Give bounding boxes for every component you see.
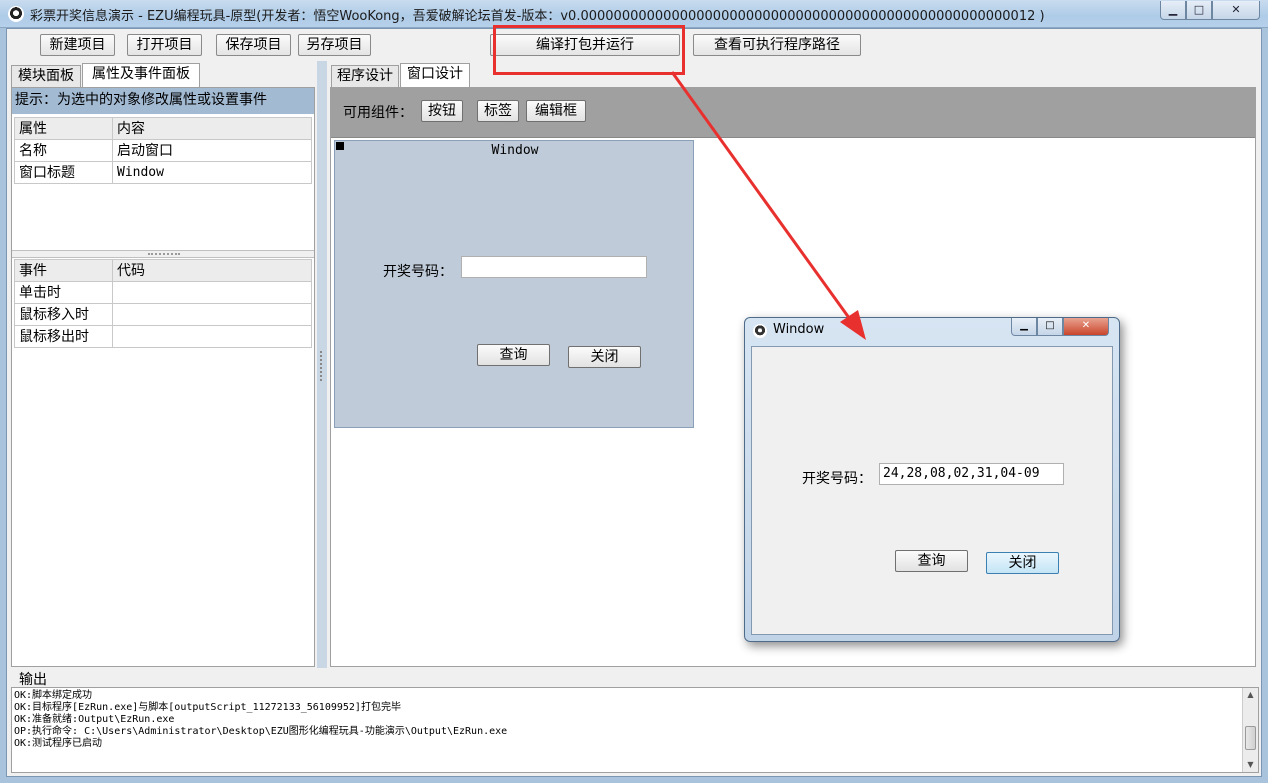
runtime-window-title: Window [773, 322, 825, 337]
open-project-button[interactable]: 打开项目 [127, 34, 202, 56]
add-label-component[interactable]: 标签 [477, 100, 519, 122]
output-scrollbar[interactable]: ▲ ▼ [1242, 688, 1258, 772]
log-line: OK:准备就绪:Output\EzRun.exe [14, 714, 175, 725]
output-label: 输出 [19, 672, 47, 688]
panel-horizontal-splitter[interactable] [12, 250, 314, 258]
maximize-button[interactable]: □ [1037, 318, 1063, 336]
event-name-cell: 单击时 [14, 281, 113, 304]
scroll-down-icon[interactable]: ▼ [1243, 758, 1258, 772]
lottery-number-input[interactable] [461, 256, 647, 278]
query-button[interactable]: 查询 [895, 550, 968, 572]
runtime-window-client: 开奖号码： 24,28,08,02,31,04-09 查询 关闭 [751, 346, 1113, 635]
property-value-cell[interactable]: 启动窗口 [112, 139, 312, 162]
title-bar: 彩票开奖信息演示 - EZU编程玩具-原型(开发者：悟空WooKong，吾爱破解… [0, 0, 1268, 28]
lottery-number-input[interactable]: 24,28,08,02,31,04-09 [879, 463, 1064, 485]
add-editbox-component[interactable]: 编辑框 [526, 100, 586, 122]
app-icon [8, 6, 24, 22]
lottery-number-label: 开奖号码： [802, 471, 872, 487]
available-components-label: 可用组件： [343, 105, 413, 121]
event-code-cell[interactable] [112, 303, 312, 326]
query-button[interactable]: 查询 [477, 344, 550, 366]
close-window-button[interactable]: ✕ [1212, 1, 1260, 20]
save-project-button[interactable]: 保存项目 [216, 34, 291, 56]
property-name-cell: 窗口标题 [14, 161, 113, 184]
main-vertical-splitter[interactable] [317, 61, 327, 668]
log-line: OP:执行命令: C:\Users\Administrator\Desktop\… [14, 726, 508, 737]
close-window-button[interactable]: ✕ [1063, 318, 1109, 336]
component-toolbar: 可用组件： 按钮 标签 编辑框 [331, 88, 1255, 138]
maximize-button[interactable]: □ [1186, 1, 1212, 20]
property-column-header: 属性 [14, 117, 113, 140]
tab-window-design[interactable]: 窗口设计 [400, 63, 470, 87]
table-row[interactable]: 窗口标题 Window [14, 161, 312, 184]
view-exe-path-button[interactable]: 查看可执行程序路径 [693, 34, 861, 56]
event-code-cell[interactable] [112, 325, 312, 348]
table-row[interactable]: 鼠标移入时 [14, 303, 312, 326]
tab-props-events-panel[interactable]: 属性及事件面板 [82, 63, 200, 87]
annotation-highlight-box [493, 25, 685, 75]
design-form-title: Window [491, 143, 539, 158]
content-column-header: 内容 [112, 117, 312, 140]
splitter-grip-icon [320, 351, 323, 381]
close-button[interactable]: 关闭 [986, 552, 1059, 574]
events-grid: 事件 代码 单击时 鼠标移入时 鼠标移出时 [14, 259, 312, 348]
event-name-cell: 鼠标移入时 [14, 303, 113, 326]
panel-hint: 提示：为选中的对象修改属性或设置事件 [12, 88, 314, 114]
events-header-row: 事件 代码 [14, 259, 312, 282]
property-value-cell[interactable]: Window [112, 161, 312, 184]
properties-header-row: 属性 内容 [14, 117, 312, 140]
output-log[interactable]: OK:脚本绑定成功 OK:目标程序[EzRun.exe]与脚本[outputSc… [11, 687, 1259, 773]
save-as-button[interactable]: 另存项目 [298, 34, 371, 56]
splitter-grip-icon [148, 253, 180, 255]
close-button[interactable]: 关闭 [568, 346, 641, 368]
design-form-preview[interactable]: Window 开奖号码： 查询 关闭 [334, 140, 694, 428]
scroll-thumb[interactable] [1245, 726, 1256, 750]
minimize-button[interactable]: ▁ [1011, 318, 1037, 336]
log-line: OK:测试程序已启动 [14, 738, 103, 749]
log-line: OK:目标程序[EzRun.exe]与脚本[outputScript_11272… [14, 702, 401, 713]
table-row[interactable]: 名称 启动窗口 [14, 139, 312, 162]
add-button-component[interactable]: 按钮 [421, 100, 463, 122]
runtime-window: Window ▁ □ ✕ 开奖号码： 24,28,08,02,31,04-09 … [744, 317, 1120, 642]
table-row[interactable]: 鼠标移出时 [14, 325, 312, 348]
scroll-up-icon[interactable]: ▲ [1243, 688, 1258, 702]
new-project-button[interactable]: 新建项目 [40, 34, 115, 56]
window-title: 彩票开奖信息演示 - EZU编程玩具-原型(开发者：悟空WooKong，吾爱破解… [30, 9, 1045, 24]
lottery-number-label[interactable]: 开奖号码： [383, 261, 453, 281]
event-code-cell[interactable] [112, 281, 312, 304]
tab-program-design[interactable]: 程序设计 [331, 65, 399, 87]
log-line: OK:脚本绑定成功 [14, 690, 93, 701]
tab-module-panel[interactable]: 模块面板 [11, 65, 81, 87]
property-name-cell: 名称 [14, 139, 113, 162]
code-column-header: 代码 [112, 259, 312, 282]
properties-events-panel: 提示：为选中的对象修改属性或设置事件 属性 内容 名称 启动窗口 窗口标题 Wi… [11, 87, 315, 667]
properties-grid: 属性 内容 名称 启动窗口 窗口标题 Window [14, 117, 312, 184]
event-name-cell: 鼠标移出时 [14, 325, 113, 348]
event-column-header: 事件 [14, 259, 113, 282]
table-row[interactable]: 单击时 [14, 281, 312, 304]
minimize-button[interactable]: ▁ [1160, 1, 1186, 20]
app-icon [753, 324, 767, 338]
